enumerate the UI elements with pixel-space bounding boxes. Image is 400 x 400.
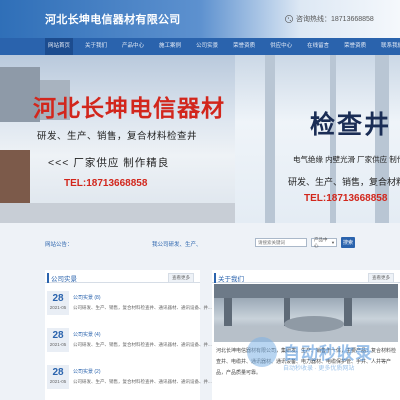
news-day: 28 <box>52 293 64 304</box>
news-year-month: 2021-05 <box>49 379 67 384</box>
about-header: 关于我们 查看更多 <box>212 270 400 283</box>
chevron-down-icon: ▼ <box>331 240 335 245</box>
phone-icon <box>285 15 293 23</box>
hotline: 咨询热线：18713668858 <box>285 14 374 24</box>
search-category-value: 产品中心 <box>314 236 328 248</box>
nav-item-home[interactable]: 网站首页 <box>45 38 74 55</box>
company-news-panel: 公司实景 查看更多 28 2021-05 公司实景 (8) 公司研发、生产、销售… <box>45 270 212 400</box>
news-snippet: 公司研发、生产、销售，复合材料检查井、通讯器材、通讯设备、井... <box>73 342 212 347</box>
banner-right-title: 检查井 <box>310 111 392 139</box>
news-year-month: 2021-05 <box>49 305 67 310</box>
nav-item-contact[interactable]: 联系我们 <box>378 38 400 55</box>
site-title[interactable]: 河北长坤电信器材有限公司 <box>45 11 181 27</box>
nav-item-company-photos[interactable]: 公司实景 <box>193 38 221 55</box>
news-day: 28 <box>52 330 64 341</box>
list-item[interactable]: 28 2021-05 公司实景 (8) 公司研发、生产、销售，复合材料检查井、通… <box>45 288 212 318</box>
about-factory-image <box>214 284 398 342</box>
banner-slogan: <<< 厂家供应 制作精良 <box>48 157 170 169</box>
news-year-month: 2021-05 <box>49 342 67 347</box>
search-button[interactable]: 搜索 <box>341 237 355 248</box>
notice-label: 网站公告： <box>45 242 73 248</box>
nav-item-cases[interactable]: 施工案例 <box>156 38 184 55</box>
nav-item-honors[interactable]: 荣誉资质 <box>230 38 258 55</box>
news-snippet: 公司研发、生产、销售，复合材料检查井、通讯器材、通讯设备、井... <box>73 305 212 310</box>
banner-right-subtitle: 电气绝缘 内壁光滑 厂家供应 制作 <box>293 155 400 164</box>
news-title[interactable]: 公司实景 (8) <box>73 294 101 301</box>
news-date: 28 2021-05 <box>47 328 69 352</box>
main-nav: 网站首页 关于我们 产品中心 施工案例 公司实景 荣誉资质 供应中心 在线留言 … <box>0 38 400 55</box>
list-item[interactable]: 28 2021-05 公司实景 (2) 公司研发、生产、销售，复合材料检查井、通… <box>45 362 212 392</box>
news-title[interactable]: 公司实景 (2) <box>73 368 101 375</box>
search-category-select[interactable]: 产品中心 ▼ <box>311 236 337 248</box>
news-date: 28 2021-05 <box>47 291 69 315</box>
nav-item-supply[interactable]: 供应中心 <box>267 38 295 55</box>
banner-subtitle: 研发、生产、销售，复合材料检查井 <box>37 131 198 142</box>
watermark-subtext: 自动秒收录 · 更多优质网站 <box>283 366 355 372</box>
site-header: 河北长坤电信器材有限公司 咨询热线：18713668858 <box>0 0 400 38</box>
notice-bar: 网站公告： 我公司研发、生产、 <box>0 223 400 260</box>
company-news-header: 公司实景 查看更多 <box>45 270 200 283</box>
news-day: 28 <box>52 367 64 378</box>
watermark-logo: 自动秒收录 自动秒收录 · 更多优质网站 <box>245 335 395 385</box>
banner-title: 河北长坤电信器材 <box>33 96 225 121</box>
nav-item-about[interactable]: 关于我们 <box>82 38 110 55</box>
search-input[interactable] <box>255 238 307 247</box>
news-snippet: 公司研发、生产、销售，复合材料检查井、通讯器材、通讯设备、井... <box>73 379 212 384</box>
watermark-circle-icon <box>247 337 277 367</box>
company-news-title: 公司实景 <box>47 273 77 283</box>
list-item[interactable]: 28 2021-05 公司实景 (4) 公司研发、生产、销售，复合材料检查井、通… <box>45 325 212 355</box>
hotline-text: 咨询热线：18713668858 <box>296 16 374 23</box>
factory-interior-illustration <box>214 284 398 342</box>
company-news-more-button[interactable]: 查看更多 <box>168 273 194 283</box>
about-more-button[interactable]: 查看更多 <box>368 273 394 283</box>
notice-text[interactable]: 我公司研发、生产、 <box>152 240 202 248</box>
nav-item-message[interactable]: 在线留言 <box>304 38 332 55</box>
hero-banner[interactable]: 河北长坤电信器材 研发、生产、销售，复合材料检查井 <<< 厂家供应 制作精良 … <box>0 55 400 223</box>
banner-tel: TEL:18713668858 <box>64 178 148 189</box>
nav-item-honors-2[interactable]: 荣誉资质 <box>341 38 369 55</box>
banner-right-tel: TEL:18713668858 <box>304 193 388 204</box>
news-date: 28 2021-05 <box>47 365 69 389</box>
watermark-text: 自动秒收录 <box>283 344 373 363</box>
nav-item-products[interactable]: 产品中心 <box>119 38 147 55</box>
about-title: 关于我们 <box>214 273 244 283</box>
news-title[interactable]: 公司实景 (4) <box>73 331 101 338</box>
banner-right-subtitle-2: 研发、生产、销售，复合材料 <box>288 177 400 187</box>
